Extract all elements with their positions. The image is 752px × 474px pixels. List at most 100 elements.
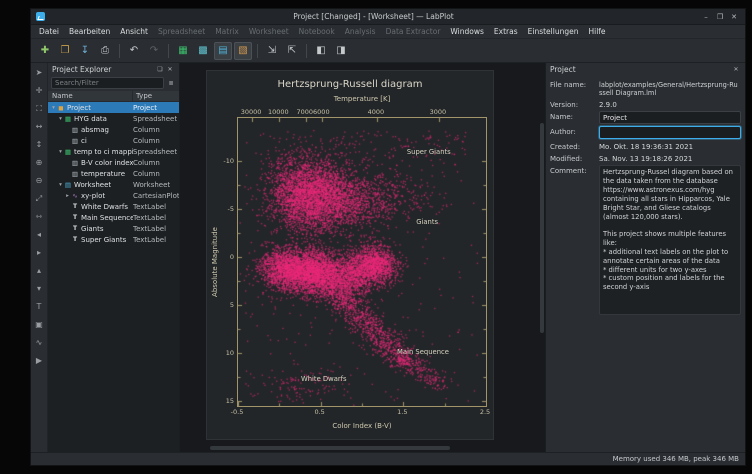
auto-scale-x-tool-icon[interactable]: ⇿ bbox=[33, 210, 46, 223]
scatter-canvas[interactable] bbox=[238, 118, 486, 406]
horizontal-scrollbar[interactable] bbox=[210, 446, 450, 450]
minimize-button[interactable]: – bbox=[700, 11, 712, 23]
author-input[interactable] bbox=[599, 126, 741, 139]
plot-icon: ∿ bbox=[71, 192, 79, 200]
select-tool-icon[interactable]: ➤ bbox=[33, 66, 46, 79]
tree-row-xy-plot[interactable]: ▸∿xy-plotCartesianPlot bbox=[48, 190, 179, 201]
menu-datei[interactable]: Datei bbox=[34, 27, 64, 36]
zoom-x-tool-icon[interactable]: ↔ bbox=[33, 120, 46, 133]
menu-spreadsheet[interactable]: Spreadsheet bbox=[153, 27, 210, 36]
menu-analysis[interactable]: Analysis bbox=[340, 27, 381, 36]
vertical-scrollbar[interactable] bbox=[540, 123, 544, 333]
add-curve-tool-icon[interactable]: ∿ bbox=[33, 336, 46, 349]
expander-icon[interactable]: ▾ bbox=[57, 182, 64, 188]
maximize-button[interactable]: ❒ bbox=[714, 11, 726, 23]
float-dock-icon[interactable]: ❏ bbox=[155, 65, 165, 75]
labplot-window: Project [Changed] - [Worksheet] — LabPlo… bbox=[30, 8, 746, 466]
open-project-button[interactable]: ❐ bbox=[56, 42, 74, 60]
tree-row-super-giants[interactable]: TSuper GiantsTextLabel bbox=[48, 234, 179, 245]
zoom-out-tool-icon[interactable]: ⊖ bbox=[33, 174, 46, 187]
auto-scale-tool-icon[interactable]: ⤢ bbox=[33, 192, 46, 205]
crosshair-tool-icon[interactable]: ✛ bbox=[33, 84, 46, 97]
shift-right-tool-icon[interactable]: ▸ bbox=[33, 246, 46, 259]
menu-bearbeiten[interactable]: Bearbeiten bbox=[64, 27, 115, 36]
statusbar: Memory used 346 MB, peak 346 MB bbox=[31, 452, 745, 465]
menu-hilfe[interactable]: Hilfe bbox=[583, 27, 610, 36]
presenter-mode-tool-icon[interactable]: ▶ bbox=[33, 354, 46, 367]
menu-ansicht[interactable]: Ansicht bbox=[115, 27, 153, 36]
menu-notebook[interactable]: Notebook bbox=[294, 27, 340, 36]
import-button[interactable]: ⇲ bbox=[263, 42, 281, 60]
toggle-properties-explorer-button[interactable]: ◨ bbox=[332, 42, 350, 60]
field-version: Version: 2.9.0 bbox=[550, 99, 741, 109]
close-button[interactable]: ✕ bbox=[728, 11, 740, 23]
tree-row-absmag[interactable]: ▥absmagColumn bbox=[48, 124, 179, 135]
tree-row-temp-to-ci-mapping[interactable]: ▾▦temp to ci mappingSpreadsheet bbox=[48, 146, 179, 157]
menu-data-extractor[interactable]: Data Extractor bbox=[381, 27, 446, 36]
titlebar[interactable]: Project [Changed] - [Worksheet] — LabPlo… bbox=[31, 9, 745, 25]
tick-label: 4000 bbox=[368, 108, 385, 116]
project-explorer-header[interactable]: Project Explorer ❏ ✕ bbox=[48, 63, 179, 76]
menu-einstellungen[interactable]: Einstellungen bbox=[523, 27, 584, 36]
close-dock-icon[interactable]: ✕ bbox=[165, 65, 175, 75]
expander-icon[interactable]: ▸ bbox=[64, 193, 71, 199]
zoom-select-tool-icon[interactable]: ⛶ bbox=[33, 102, 46, 115]
tree-row-b-v-color-index[interactable]: ▥B-V color indexColumn bbox=[48, 157, 179, 168]
expander-icon[interactable]: ▾ bbox=[57, 149, 64, 155]
tree-row-giants[interactable]: TGiantsTextLabel bbox=[48, 223, 179, 234]
expander-icon bbox=[64, 127, 71, 133]
column-header-type[interactable]: Type bbox=[133, 91, 179, 101]
menu-matrix[interactable]: Matrix bbox=[210, 27, 244, 36]
new-notebook-button[interactable]: ▧ bbox=[234, 42, 252, 60]
expander-icon[interactable]: ▾ bbox=[50, 105, 57, 111]
filter-options-icon[interactable]: ≣ bbox=[166, 78, 176, 88]
tree-row-ci[interactable]: ▥ciColumn bbox=[48, 135, 179, 146]
add-image-tool-icon[interactable]: ▣ bbox=[33, 318, 46, 331]
annotation-white-dwarfs[interactable]: White Dwarfs bbox=[301, 375, 347, 383]
new-worksheet-button[interactable]: ▤ bbox=[214, 42, 232, 60]
chart-title[interactable]: Hertzsprung-Russell diagram bbox=[207, 79, 493, 90]
tree-row-worksheet[interactable]: ▾▤WorksheetWorksheet bbox=[48, 179, 179, 190]
plot-area[interactable] bbox=[237, 117, 487, 407]
comment-box[interactable]: Hertzsprung-Russel diagram based on the … bbox=[599, 165, 741, 315]
tree-row-hyg-data[interactable]: ▾▦HYG dataSpreadsheet bbox=[48, 113, 179, 124]
new-spreadsheet-button[interactable]: ▦ bbox=[174, 42, 192, 60]
tree-row-white-dwarfs[interactable]: TWhite DwarfsTextLabel bbox=[48, 201, 179, 212]
window-title: Project [Changed] - [Worksheet] — LabPlo… bbox=[49, 12, 698, 21]
column-icon: ▥ bbox=[71, 170, 79, 178]
search-filter-input[interactable]: Search/Filter bbox=[51, 77, 164, 89]
worksheet-view[interactable]: Hertzsprung-Russell diagram Temperature … bbox=[180, 63, 545, 452]
shift-down-tool-icon[interactable]: ▾ bbox=[33, 282, 46, 295]
tree-row-main-sequence[interactable]: TMain SequenceTextLabel bbox=[48, 212, 179, 223]
export-button[interactable]: ⇱ bbox=[283, 42, 301, 60]
annotation-super-giants[interactable]: Super Giants bbox=[407, 148, 451, 156]
redo-button[interactable]: ↷ bbox=[145, 42, 163, 60]
menu-worksheet[interactable]: Worksheet bbox=[244, 27, 294, 36]
undo-button[interactable]: ↶ bbox=[125, 42, 143, 60]
zoom-y-tool-icon[interactable]: ↕ bbox=[33, 138, 46, 151]
field-comment: Comment: Hertzsprung-Russel diagram base… bbox=[550, 165, 741, 315]
annotation-main-sequence[interactable]: Main Sequence bbox=[397, 348, 449, 356]
zoom-in-tool-icon[interactable]: ⊕ bbox=[33, 156, 46, 169]
new-project-button[interactable]: ✚ bbox=[36, 42, 54, 60]
menu-windows[interactable]: Windows bbox=[445, 27, 488, 36]
tree-row-project[interactable]: ▾◼ProjectProject bbox=[48, 102, 179, 113]
add-text-label-tool-icon[interactable]: T bbox=[33, 300, 46, 313]
tick-label: -0.5 bbox=[231, 408, 244, 416]
name-input[interactable]: Project bbox=[599, 111, 741, 124]
menu-extras[interactable]: Extras bbox=[489, 27, 523, 36]
shift-up-tool-icon[interactable]: ▴ bbox=[33, 264, 46, 277]
save-project-button[interactable]: ↧ bbox=[76, 42, 94, 60]
shift-left-tool-icon[interactable]: ◂ bbox=[33, 228, 46, 241]
annotation-giants[interactable]: Giants bbox=[416, 218, 438, 226]
tree-row-temperature[interactable]: ▥temperatureColumn bbox=[48, 168, 179, 179]
toggle-project-explorer-button[interactable]: ◧ bbox=[312, 42, 330, 60]
print-button[interactable]: ⎙ bbox=[96, 42, 114, 60]
worksheet-page[interactable]: Hertzsprung-Russell diagram Temperature … bbox=[206, 70, 494, 440]
new-matrix-button[interactable]: ▩ bbox=[194, 42, 212, 60]
close-dock-icon[interactable]: ✕ bbox=[731, 65, 741, 75]
column-header-name[interactable]: Name bbox=[48, 91, 133, 101]
properties-header[interactable]: Project ✕ bbox=[546, 63, 745, 76]
expander-icon[interactable]: ▾ bbox=[57, 116, 64, 122]
created-label: Created: bbox=[550, 141, 596, 151]
